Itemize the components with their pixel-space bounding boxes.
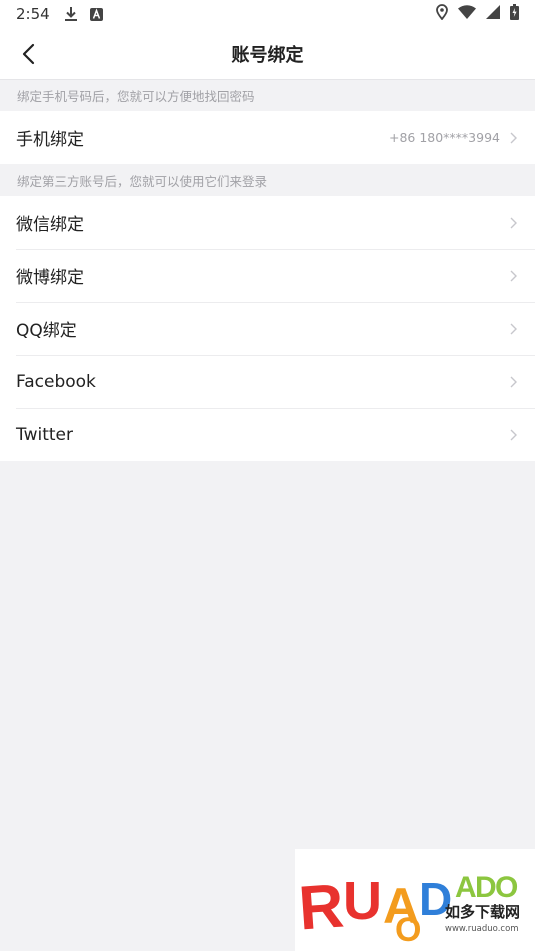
- phone-number-value: +86 180****3994: [388, 130, 500, 145]
- qq-binding-label: QQ绑定: [16, 321, 77, 341]
- location-icon: [436, 4, 448, 24]
- wifi-icon: [458, 5, 476, 23]
- third-party-binding-group: 微信绑定 微博绑定 QQ绑定 Facebook Twitter: [0, 196, 535, 461]
- svg-text:U: U: [343, 871, 382, 931]
- screen: 2:54 账号绑定 绑定手机号码后，您就可以方便地找回密码 手机绑定 +86 1…: [0, 0, 535, 951]
- svg-text:A: A: [455, 871, 477, 904]
- phone-section-hint: 绑定手机号码后，您就可以方便地找回密码: [0, 80, 535, 111]
- status-bar: 2:54: [0, 0, 535, 28]
- watermark-logo: R U A O D A D O 如多下载网 www.ruaduo.com: [297, 871, 521, 949]
- facebook-binding-row[interactable]: Facebook: [0, 355, 535, 408]
- chevron-right-icon: [510, 429, 517, 441]
- svg-text:D: D: [475, 871, 497, 904]
- qq-binding-row[interactable]: QQ绑定: [0, 302, 535, 355]
- site-watermark: R U A O D A D O 如多下载网 www.ruaduo.com: [295, 849, 535, 951]
- phone-binding-row[interactable]: 手机绑定 +86 180****3994: [0, 111, 535, 164]
- battery-icon: [510, 4, 519, 24]
- back-button[interactable]: [10, 36, 46, 72]
- wechat-binding-label: 微信绑定: [16, 215, 84, 235]
- twitter-binding-row[interactable]: Twitter: [0, 408, 535, 461]
- weibo-binding-label: 微博绑定: [16, 268, 84, 288]
- chevron-right-icon: [510, 132, 517, 144]
- phone-binding-group: 手机绑定 +86 180****3994: [0, 111, 535, 164]
- chevron-right-icon: [510, 323, 517, 335]
- back-arrow-icon: [22, 43, 35, 65]
- download-icon: [64, 6, 78, 22]
- svg-text:O: O: [495, 871, 518, 904]
- svg-text:O: O: [395, 911, 421, 949]
- wechat-binding-row[interactable]: 微信绑定: [0, 196, 535, 249]
- watermark-url: www.ruaduo.com: [445, 924, 519, 934]
- phone-binding-label: 手机绑定: [16, 130, 84, 150]
- status-time: 2:54: [16, 5, 50, 23]
- app-bar: 账号绑定: [0, 28, 535, 80]
- third-party-section-hint: 绑定第三方账号后，您就可以使用它们来登录: [0, 165, 535, 196]
- weibo-binding-row[interactable]: 微博绑定: [0, 249, 535, 302]
- a-icon: [89, 7, 103, 21]
- signal-icon: [486, 5, 500, 23]
- twitter-binding-label: Twitter: [16, 424, 73, 445]
- chevron-right-icon: [510, 217, 517, 229]
- facebook-binding-label: Facebook: [16, 371, 96, 392]
- chevron-right-icon: [510, 270, 517, 282]
- watermark-tagline: 如多下载网: [445, 903, 520, 921]
- status-right-icons: [436, 4, 519, 24]
- chevron-right-icon: [510, 376, 517, 388]
- page-title: 账号绑定: [231, 44, 304, 66]
- svg-text:R: R: [297, 871, 346, 943]
